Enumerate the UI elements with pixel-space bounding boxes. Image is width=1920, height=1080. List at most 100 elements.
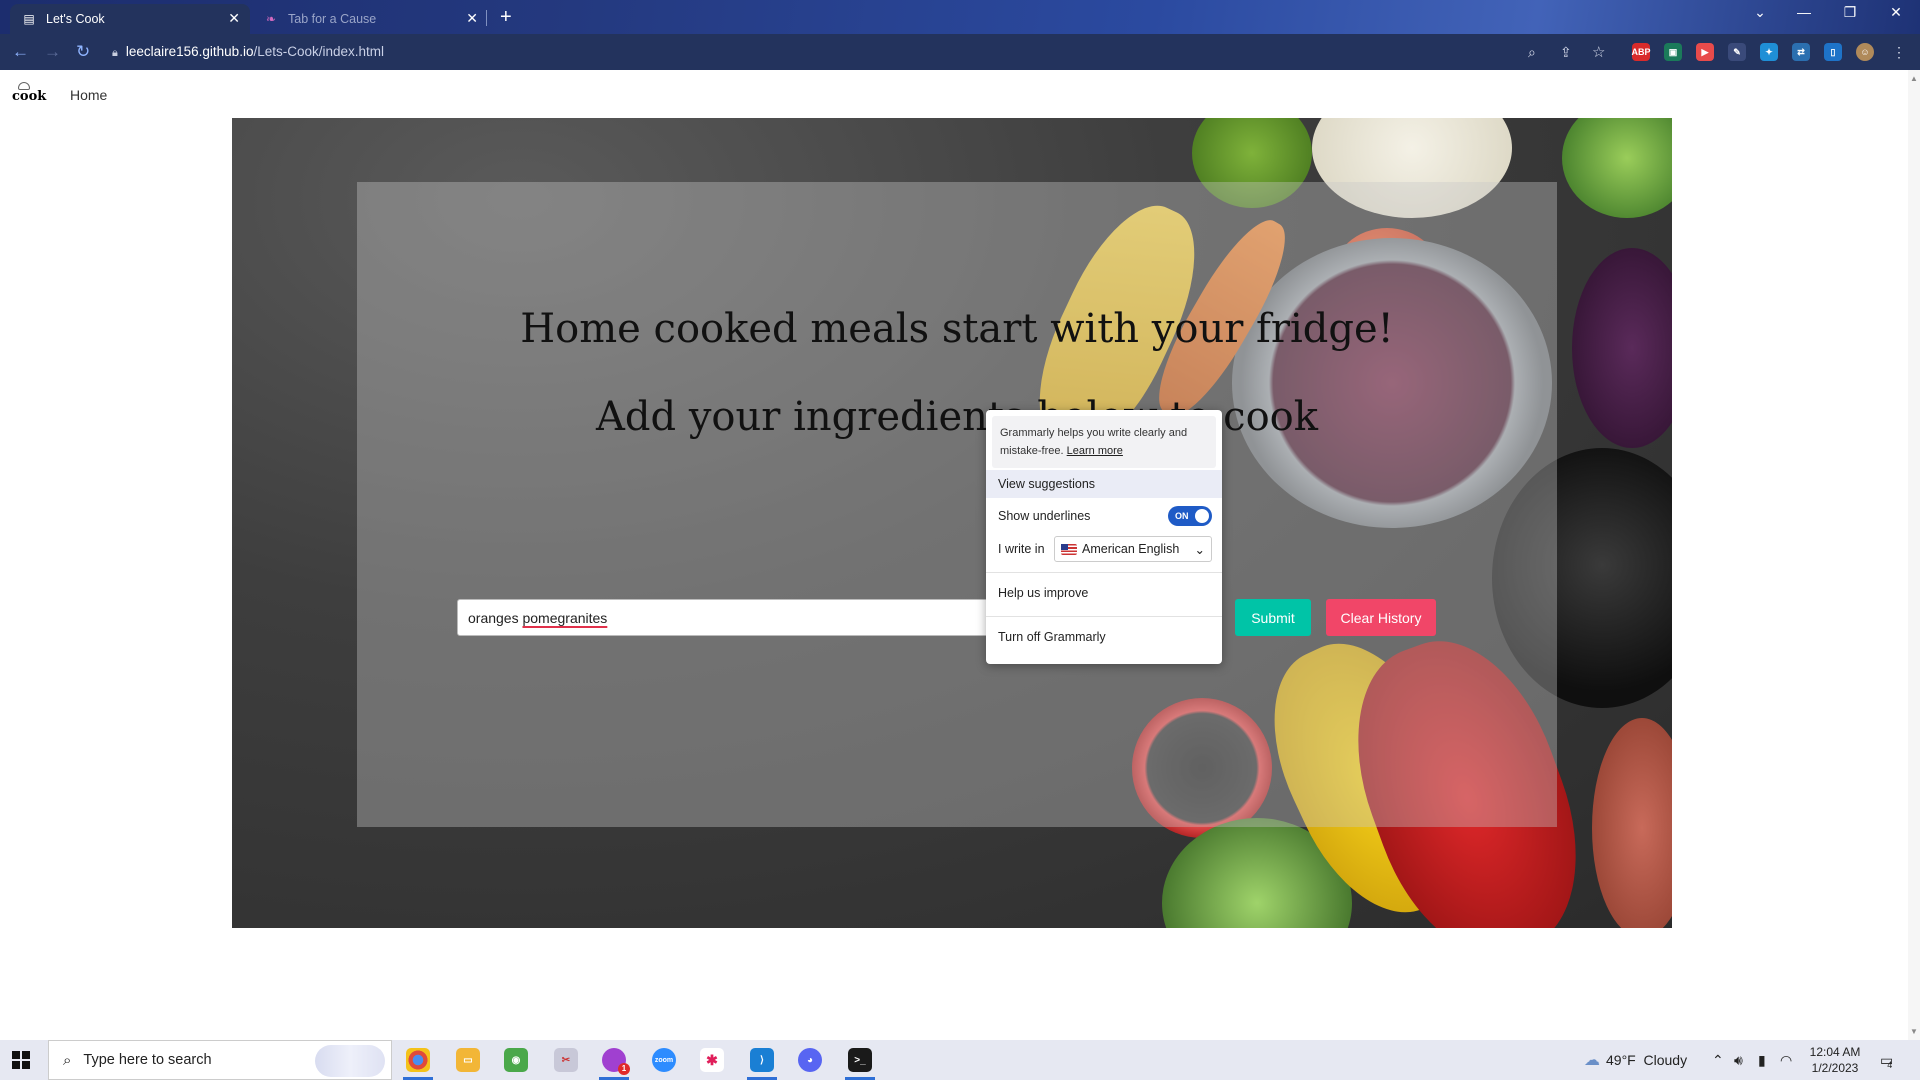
hero-heading: Home cooked meals start with your fridge… [520, 306, 1394, 352]
page-icon: ▤ [23, 12, 35, 26]
tab-title: Let's Cook [46, 12, 105, 26]
popup-divider [986, 572, 1222, 573]
menu-kebab-icon[interactable]: ⋮ [1892, 44, 1906, 61]
zoom-icon[interactable]: ⌕ [1528, 44, 1536, 61]
eggplant-image [1572, 248, 1672, 448]
lock-icon: 🔒︎ [112, 47, 118, 59]
puzzle-extension-icon[interactable]: ✦ [1760, 43, 1778, 61]
tray-chevron-icon[interactable]: ⌃ [1712, 1040, 1724, 1080]
adblock-plus-icon[interactable]: ABP [1632, 43, 1651, 61]
taskbar-search[interactable]: ⌕ Type here to search [48, 1040, 392, 1080]
site-navbar: cook Home [0, 70, 1908, 120]
grammarly-info: Grammarly helps you write clearly and mi… [992, 416, 1216, 468]
input-text: oranges [468, 610, 523, 626]
toggle-knob [1195, 509, 1209, 523]
view-suggestions-label: View suggestions [998, 477, 1096, 491]
browser-tab-strip: ▤ Let's Cook ✕ ❧ Tab for a Cause ✕ + ⌄ —… [0, 0, 1920, 34]
toggle-state: ON [1175, 511, 1189, 521]
zucchini-top-image [1562, 118, 1672, 218]
write-in-label: I write in [998, 542, 1045, 556]
translate-extension-icon[interactable]: ⇄ [1792, 43, 1810, 61]
cloud-icon: ☁ [1584, 1052, 1600, 1069]
close-window-button[interactable]: ✕ [1876, 4, 1916, 21]
clear-history-button[interactable]: Clear History [1326, 599, 1436, 636]
reload-icon[interactable]: ↻ [76, 42, 90, 62]
us-flag-icon [1061, 543, 1077, 555]
restore-button[interactable]: ❐ [1830, 4, 1870, 21]
share-icon[interactable]: ⇪ [1560, 44, 1572, 61]
zoom-icon[interactable]: zoom [652, 1048, 676, 1072]
weather-widget[interactable]: ☁ 49°F Cloudy [1584, 1040, 1687, 1080]
screen-recorder-icon[interactable]: ▶ [1696, 43, 1714, 61]
page-scrollbar[interactable]: ▲ ▼ [1908, 70, 1920, 1040]
search-highlight-art [315, 1045, 385, 1077]
site-logo[interactable]: cook [12, 82, 48, 108]
terminal-icon[interactable]: >_ [848, 1048, 872, 1072]
scroll-up-icon[interactable]: ▲ [1910, 74, 1918, 83]
maps-icon[interactable]: ◉ [504, 1048, 528, 1072]
help-improve-item[interactable]: Help us improve [986, 576, 1222, 610]
underlines-toggle[interactable]: ON [1168, 506, 1212, 526]
messenger-badge: 1 [618, 1063, 630, 1075]
view-suggestions-item[interactable]: View suggestions [986, 470, 1222, 498]
minimize-button[interactable]: — [1784, 4, 1824, 20]
language-row: I write in American English ⌄ [986, 534, 1222, 564]
tab-search-chevron-icon[interactable]: ⌄ [1740, 4, 1780, 21]
slack-icon[interactable]: ✱ [700, 1048, 724, 1072]
snipping-tool-icon[interactable]: ✂ [554, 1048, 578, 1072]
nav-home-link[interactable]: Home [70, 87, 107, 103]
help-improve-label: Help us improve [998, 586, 1089, 600]
chrome-icon[interactable] [406, 1048, 430, 1072]
bookmark-star-icon[interactable]: ☆ [1592, 43, 1605, 61]
tab-lets-cook[interactable]: ▤ Let's Cook ✕ [10, 4, 250, 34]
url-path: /Lets-Cook/index.html [253, 44, 385, 59]
volume-icon[interactable]: 🔊︎ [1734, 1040, 1743, 1080]
file-explorer-icon[interactable]: ▭ [456, 1048, 480, 1072]
grammarly-popup: Grammarly helps you write clearly and mi… [986, 410, 1222, 664]
tab-divider [486, 10, 487, 26]
wifi-icon[interactable]: ◠ [1780, 1040, 1792, 1080]
potato-image [1592, 718, 1672, 928]
scroll-down-icon[interactable]: ▼ [1910, 1027, 1918, 1036]
forward-arrow-icon[interactable]: → [44, 42, 61, 62]
chevron-down-icon: ⌄ [1194, 542, 1205, 557]
sidepanel-icon[interactable]: ▯ [1824, 43, 1842, 61]
back-arrow-icon[interactable]: ← [12, 42, 29, 62]
browser-toolbar: ← → ↻ 🔒︎ leeclaire156.github.io/Lets-Cook… [0, 34, 1920, 70]
system-clock[interactable]: 12:04 AM 1/2/2023 [1800, 1044, 1870, 1076]
messenger-icon[interactable]: 1 [602, 1048, 630, 1075]
show-underlines-label: Show underlines [998, 509, 1091, 523]
notification-icon[interactable]: ▭ 4 [1880, 1040, 1893, 1080]
tab-tab-for-a-cause[interactable]: ❧ Tab for a Cause ✕ [252, 4, 488, 34]
chef-hat-icon [18, 82, 30, 90]
vscode-icon[interactable]: ⟩ [750, 1048, 774, 1072]
close-icon[interactable]: ✕ [228, 10, 240, 27]
language-select[interactable]: American English ⌄ [1054, 536, 1212, 562]
tab-for-a-cause-icon: ❧ [265, 12, 277, 26]
hero-section: Home cooked meals start with your fridge… [232, 118, 1672, 928]
close-icon[interactable]: ✕ [466, 10, 478, 27]
search-placeholder: Type here to search [83, 1052, 212, 1068]
page-content: cook Home Home cooked meals start with y… [0, 70, 1908, 1040]
misspelled-word[interactable]: pomegranites [522, 610, 607, 626]
submit-button[interactable]: Submit [1235, 599, 1311, 636]
tab-title: Tab for a Cause [288, 12, 377, 26]
battery-icon[interactable]: ▮ [1758, 1040, 1766, 1080]
pen-extension-icon[interactable]: ✎ [1728, 43, 1746, 61]
new-tab-button[interactable]: + [500, 6, 512, 29]
popup-divider [986, 616, 1222, 617]
profile-avatar[interactable]: ☺ [1856, 43, 1874, 61]
address-bar[interactable]: 🔒︎ leeclaire156.github.io/Lets-Cook/index… [112, 34, 384, 70]
windows-start-icon[interactable] [12, 1051, 30, 1069]
hero-subheading: Add your ingredients below to cook [596, 394, 1318, 440]
learn-more-link[interactable]: Learn more [1067, 445, 1123, 457]
language-value: American English [1082, 542, 1180, 556]
notification-count: 4 [1887, 1060, 1893, 1070]
extension-icon[interactable]: ▣ [1664, 43, 1682, 61]
discord-icon[interactable]: ◕ [798, 1048, 822, 1072]
turn-off-label: Turn off Grammarly [998, 630, 1106, 644]
weather-text: 49°F Cloudy [1606, 1052, 1688, 1068]
turn-off-grammarly-item[interactable]: Turn off Grammarly [986, 620, 1222, 654]
show-underlines-row: Show underlines ON [986, 500, 1222, 532]
clock-time: 12:04 AM [1809, 1045, 1861, 1059]
